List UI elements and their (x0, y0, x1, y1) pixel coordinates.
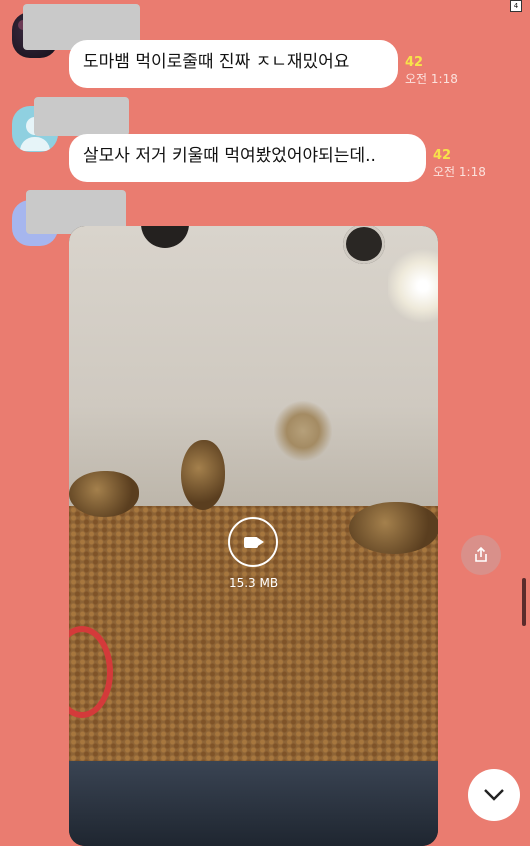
quail (349, 502, 438, 554)
message-time: 오전 1:18 (433, 165, 486, 179)
message-bubble[interactable]: 살모사 저거 키울때 먹여봤었어야되는데.. (69, 134, 426, 182)
tray-edge (69, 761, 438, 846)
chevron-down-icon (484, 789, 504, 801)
video-camera-icon (244, 536, 258, 548)
share-button[interactable] (461, 535, 501, 575)
video-file-size: 15.3 MB (228, 576, 279, 590)
video-message[interactable]: 15.3 MB (69, 226, 438, 846)
message-time: 오전 1:18 (405, 72, 458, 86)
message-text: 도마뱀 먹이로줄때 진짜 ㅈㄴ재밌어요 (83, 52, 350, 72)
share-icon (475, 546, 487, 562)
video-play-button[interactable] (228, 517, 278, 567)
unread-count: 42 (405, 55, 424, 70)
message-bubble[interactable]: 도마뱀 먹이로줄때 진짜 ㅈㄴ재밌어요 (69, 40, 398, 88)
message-text: 살모사 저거 키울때 먹여봤었어야되는데.. (83, 146, 376, 166)
status-badge: 4 (510, 0, 522, 12)
message-meta: 42 오전 1:18 (405, 55, 458, 87)
quail (69, 471, 139, 517)
lamp-glare (388, 246, 438, 326)
scroll-down-button[interactable] (468, 769, 520, 821)
unread-count: 42 (433, 148, 452, 163)
sender-name-redacted (34, 97, 129, 136)
wall-stain (274, 401, 332, 461)
scrollbar-thumb[interactable] (522, 578, 526, 626)
message-meta: 42 오전 1:18 (433, 148, 486, 180)
quail (181, 440, 225, 510)
